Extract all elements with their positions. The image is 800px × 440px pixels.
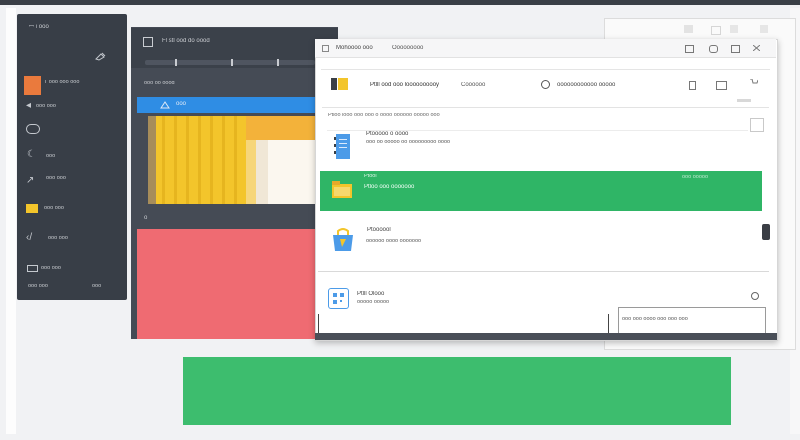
sidebar-item-icon: ☾ [27, 149, 36, 160]
window-maximize-icon[interactable] [711, 26, 721, 35]
section-subtitle: Coooooo [461, 82, 486, 88]
tab-active[interactable]: Mohoooo ooo [336, 45, 386, 51]
image-preview [148, 116, 317, 204]
minimize-icon[interactable] [685, 45, 694, 53]
selected-item-label: ooo [176, 101, 187, 107]
code-icon: ‹/ [26, 232, 33, 243]
top-edge-strip [0, 0, 800, 5]
lock-icon[interactable] [689, 81, 696, 90]
display-icon [27, 265, 38, 272]
desktop-left-border [6, 8, 16, 434]
cloud-icon [26, 124, 40, 134]
item-subtitle: ooo oo ooooo oo ooooooooo oooo [366, 140, 451, 145]
notebook-icon [334, 133, 351, 160]
toolbar-marker [231, 59, 233, 66]
bag-icon [331, 227, 355, 252]
sidebar-item-label[interactable]: ooo ooo [41, 266, 81, 272]
sidebar-header: ꟷ ℹ ooo [29, 24, 49, 30]
pink-block [137, 229, 319, 339]
bottom-green-panel [183, 357, 731, 425]
front-window-bottom-bar [315, 333, 777, 340]
doc-yellow-icon [338, 78, 348, 90]
folder-icon [26, 204, 38, 213]
up-arrow-icon [160, 101, 170, 109]
qr-icon [328, 288, 349, 309]
toolbar-marker [175, 59, 177, 66]
item-title: Ptooooo o oooo [366, 131, 409, 137]
item-title: Ptoooool [367, 227, 391, 233]
sidebar-item-label[interactable]: ooo ooo [48, 236, 88, 242]
middle-toolbar [145, 60, 315, 65]
row-right-text: ooo ooooo [682, 175, 708, 180]
sidebar-footer-right: ooo [92, 284, 102, 289]
tab-other[interactable]: Ooooooooo [392, 45, 437, 51]
card-title: Ptlll Olooo [357, 291, 385, 297]
sidebar-item-label[interactable]: T ooo ooo ooo [44, 80, 104, 86]
folder-open-icon [332, 180, 352, 198]
sidebar-item-label[interactable]: ooo ooo [46, 176, 86, 182]
window-extra-icon[interactable] [760, 25, 768, 33]
search-input[interactable]: Ptloo looo ooo ooo o oooo oooooo ooooo o… [328, 113, 488, 119]
sidebar-item-label[interactable]: ooo ooo [36, 104, 76, 110]
card-subtitle: ooooo ooooo [357, 300, 390, 305]
section-title: Ptlll ood ooo loooooooooy [370, 82, 440, 88]
divider [318, 271, 769, 272]
calendar-icon[interactable] [716, 81, 727, 90]
info-text: ooo ooo oooo ooo ooo ooo [622, 317, 688, 322]
sidebar-item-icon: ◂ [26, 100, 32, 111]
section-right-text: oooooooooooo ooooo [557, 82, 616, 88]
user-icon [541, 80, 550, 89]
sidebar-item-label[interactable]: ooo [46, 154, 76, 160]
sidebar-item-label[interactable]: ooo ooo [44, 206, 84, 212]
card-frame [318, 314, 609, 335]
doc-dark-icon [331, 78, 337, 90]
window-minimize-icon[interactable] [684, 25, 693, 33]
search-options-button[interactable] [750, 118, 764, 132]
app-icon [322, 45, 329, 52]
status-bar [737, 99, 751, 102]
scrollbar-handle[interactable] [762, 224, 770, 240]
arrow-icon: ↗ [26, 175, 35, 186]
cart-icon[interactable] [750, 79, 758, 85]
middle-footer-text: o [144, 215, 148, 221]
maximize-icon[interactable] [731, 45, 740, 53]
window-close-icon[interactable] [730, 25, 738, 33]
middle-window-title: Fl stl ood do oood [162, 38, 210, 44]
pen-icon[interactable] [95, 51, 109, 61]
middle-filter-text: ooo oo oood [144, 81, 175, 86]
divider [321, 69, 770, 70]
divider [322, 107, 769, 108]
doc-icon [143, 37, 153, 47]
item-subtitle: oooooo oooo ooooooo [366, 239, 422, 244]
sidebar-footer-left: ooo ooo [28, 284, 48, 289]
toolbar-marker [277, 59, 279, 66]
row-title: Ptool [364, 174, 377, 179]
row-subtitle: Ptloo ooo ooooooo [364, 184, 415, 190]
orange-app-icon[interactable] [24, 76, 41, 95]
restore-icon[interactable] [709, 45, 718, 53]
close-icon[interactable] [753, 45, 760, 51]
refresh-icon[interactable] [751, 292, 759, 300]
